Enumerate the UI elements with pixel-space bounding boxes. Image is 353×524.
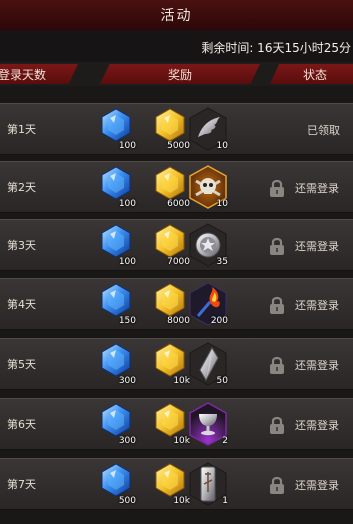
reward-quantity: 200 bbox=[210, 316, 228, 326]
gold-gem-icon bbox=[155, 166, 185, 200]
lock-icon bbox=[268, 295, 286, 315]
reward-status: 还需登录 bbox=[295, 479, 339, 492]
reward-row: 第6天 300 10k 2 还需登录 bbox=[0, 398, 353, 450]
reward-row: 第5天 300 10k 50 还需登录 bbox=[0, 338, 353, 390]
blue-gem-reward[interactable]: 150 bbox=[96, 282, 136, 326]
gold-gem-icon bbox=[155, 463, 185, 497]
blue-gem-icon bbox=[101, 166, 131, 200]
header-status: 状态 bbox=[270, 64, 353, 84]
reward-row: 第1天 100 5000 10 已领取 bbox=[0, 103, 353, 155]
blue-gem-reward[interactable]: 100 bbox=[96, 223, 136, 267]
reward-quantity: 5000 bbox=[167, 141, 190, 151]
blue-gem-reward[interactable]: 300 bbox=[96, 342, 136, 386]
item-reward[interactable]: 10 bbox=[188, 107, 228, 151]
reward-row: 第3天 100 7000 35 还需登录 bbox=[0, 219, 353, 271]
item-reward[interactable]: 50 bbox=[188, 342, 228, 386]
gold-gem-reward[interactable]: 6000 bbox=[150, 165, 190, 209]
reward-quantity: 300 bbox=[118, 436, 136, 446]
header-login-days: 登录天数 bbox=[0, 64, 78, 84]
day-label: 第2天 bbox=[7, 181, 36, 194]
reward-row: 第4天 150 8000 200 还需登录 bbox=[0, 278, 353, 330]
blue-gem-reward[interactable]: 500 bbox=[96, 462, 136, 506]
reward-quantity: 150 bbox=[118, 316, 136, 326]
reward-status: 还需登录 bbox=[295, 240, 339, 253]
item-reward[interactable]: 2 bbox=[188, 402, 228, 446]
blue-gem-icon bbox=[101, 283, 131, 317]
gold-gem-reward[interactable]: 10k bbox=[150, 342, 190, 386]
day-label: 第6天 bbox=[7, 418, 36, 431]
day-label: 第7天 bbox=[7, 478, 36, 491]
day-label: 第1天 bbox=[7, 123, 36, 136]
reward-quantity: 500 bbox=[118, 496, 136, 506]
blue-gem-icon bbox=[101, 224, 131, 258]
reward-quantity: 10 bbox=[216, 199, 228, 209]
page-title: 活动 bbox=[160, 8, 193, 24]
lock-icon bbox=[268, 415, 286, 435]
lock-icon bbox=[268, 236, 286, 256]
reward-quantity: 100 bbox=[118, 199, 136, 209]
reward-quantity: 10 bbox=[216, 141, 228, 151]
timer-bar: 剩余时间: 16天15小时25分 bbox=[0, 30, 353, 62]
day-label: 第3天 bbox=[7, 239, 36, 252]
gold-gem-reward[interactable]: 5000 bbox=[150, 107, 190, 151]
reward-status: 还需登录 bbox=[295, 419, 339, 432]
blue-gem-reward[interactable]: 100 bbox=[96, 165, 136, 209]
lock-icon bbox=[268, 475, 286, 495]
item-reward[interactable]: 10 bbox=[188, 165, 228, 209]
blue-gem-icon bbox=[101, 108, 131, 142]
item-reward[interactable]: 1 bbox=[188, 462, 228, 506]
remaining-time: 剩余时间: 16天15小时25分 bbox=[201, 41, 351, 55]
gold-gem-reward[interactable]: 7000 bbox=[150, 223, 190, 267]
table-header: 登录天数 奖励 状态 bbox=[0, 62, 353, 86]
reward-quantity: 7000 bbox=[167, 257, 190, 267]
day-label: 第4天 bbox=[7, 298, 36, 311]
gold-gem-icon bbox=[155, 108, 185, 142]
header-reward: 奖励 bbox=[100, 64, 260, 84]
reward-status: 还需登录 bbox=[295, 182, 339, 195]
item-reward[interactable]: 35 bbox=[188, 223, 228, 267]
blue-gem-icon bbox=[101, 463, 131, 497]
blue-gem-icon bbox=[101, 403, 131, 437]
reward-quantity: 300 bbox=[118, 376, 136, 386]
reward-quantity: 35 bbox=[216, 257, 228, 267]
reward-quantity: 100 bbox=[118, 141, 136, 151]
reward-quantity: 8000 bbox=[167, 316, 190, 326]
reward-status: 还需登录 bbox=[295, 359, 339, 372]
reward-status: 已领取 bbox=[307, 124, 340, 137]
reward-quantity: 50 bbox=[216, 376, 228, 386]
gold-gem-icon bbox=[155, 224, 185, 258]
title-bar: 活动 bbox=[0, 0, 353, 31]
blue-gem-icon bbox=[101, 343, 131, 377]
gold-gem-reward[interactable]: 10k bbox=[150, 402, 190, 446]
day-label: 第5天 bbox=[7, 358, 36, 371]
reward-row: 第2天 100 6000 10 还需登录 bbox=[0, 161, 353, 213]
gold-gem-icon bbox=[155, 403, 185, 437]
gold-gem-icon bbox=[155, 343, 185, 377]
reward-quantity: 2 bbox=[222, 436, 228, 446]
blue-gem-reward[interactable]: 100 bbox=[96, 107, 136, 151]
reward-quantity: 1 bbox=[222, 496, 228, 506]
reward-quantity: 6000 bbox=[167, 199, 190, 209]
reward-quantity: 100 bbox=[118, 257, 136, 267]
gold-gem-reward[interactable]: 8000 bbox=[150, 282, 190, 326]
item-reward[interactable]: 200 bbox=[188, 282, 228, 326]
reward-status: 还需登录 bbox=[295, 299, 339, 312]
blue-gem-reward[interactable]: 300 bbox=[96, 402, 136, 446]
lock-icon bbox=[268, 178, 286, 198]
reward-row: 第7天 500 10k 1 还需登录 bbox=[0, 458, 353, 510]
gold-gem-reward[interactable]: 10k bbox=[150, 462, 190, 506]
lock-icon bbox=[268, 355, 286, 375]
gold-gem-icon bbox=[155, 283, 185, 317]
